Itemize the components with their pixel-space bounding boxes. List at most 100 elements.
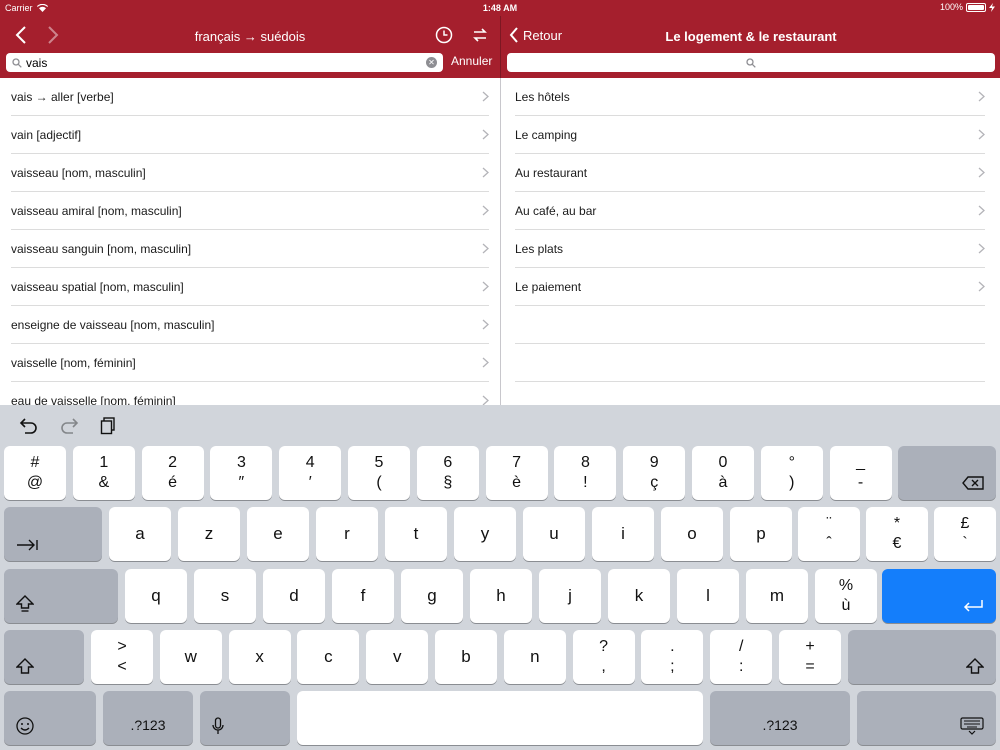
swap-languages-button[interactable]: [465, 20, 495, 50]
key-label: &: [98, 474, 110, 491]
key-x[interactable]: x: [228, 630, 291, 684]
key-1[interactable]: 1 &: [72, 446, 135, 500]
paste-button[interactable]: [97, 415, 119, 437]
list-item[interactable]: vain [adjectif]: [11, 116, 489, 154]
redo-button[interactable]: [58, 415, 80, 437]
chevron-right-icon: [482, 167, 489, 178]
list-item[interactable]: Au café, au bar: [515, 192, 985, 230]
search-field[interactable]: ✕: [6, 53, 443, 72]
key-7[interactable]: 7è: [485, 446, 548, 500]
key-p[interactable]: p: [730, 507, 792, 561]
return-key[interactable]: [882, 569, 996, 623]
list-item-label: Les plats: [515, 241, 564, 256]
key-row4-8[interactable]: .;: [641, 630, 704, 684]
history-button[interactable]: [429, 20, 459, 50]
key-v[interactable]: v: [366, 630, 429, 684]
list-item[interactable]: Le camping: [515, 116, 985, 154]
key-12[interactable]: _ -: [829, 446, 892, 500]
dismiss-keyboard-key[interactable]: [857, 691, 996, 745]
right-shift-key[interactable]: [848, 630, 996, 684]
cancel-button[interactable]: Annuler: [451, 54, 492, 68]
key-9[interactable]: 9ç: [623, 446, 686, 500]
delete-key[interactable]: [898, 446, 996, 500]
undo-button[interactable]: [18, 415, 40, 437]
list-item[interactable]: eau de vaisselle [nom, féminin]: [11, 382, 489, 405]
key-row4-10[interactable]: + =: [779, 630, 841, 684]
list-item-label: vaisselle [nom, féminin]: [11, 355, 136, 370]
key-c[interactable]: c: [297, 630, 360, 684]
emoji-key[interactable]: [4, 691, 96, 745]
key-8[interactable]: 8!: [554, 446, 617, 500]
key-symbol-1[interactable]: * €: [866, 507, 928, 561]
key-u[interactable]: u: [523, 507, 585, 561]
left-shift-key[interactable]: [4, 630, 84, 684]
key-w[interactable]: w: [159, 630, 222, 684]
status-bar: Carrier 1:48 AM 100%: [0, 0, 1000, 16]
key-t[interactable]: t: [385, 507, 447, 561]
key-percent[interactable]: % ù: [815, 569, 877, 623]
key-l[interactable]: l: [677, 569, 739, 623]
key-5[interactable]: 5(: [348, 446, 410, 500]
numbers-key-left[interactable]: .?123: [103, 691, 193, 745]
shift-icon: [966, 658, 984, 674]
key-label: h: [496, 586, 506, 605]
list-item[interactable]: Le paiement: [515, 268, 985, 306]
list-item[interactable]: vaisselle [nom, féminin]: [11, 344, 489, 382]
shift-lock-key[interactable]: [4, 569, 118, 623]
key-label: <: [117, 658, 127, 675]
key-row4-7[interactable]: ?,: [572, 630, 635, 684]
list-item[interactable]: Les hôtels: [515, 78, 985, 116]
forward-button[interactable]: [38, 20, 68, 50]
key-label: >: [117, 638, 127, 655]
key-3[interactable]: 3 ″: [210, 446, 273, 500]
list-item[interactable]: vaisseau [nom, masculin]: [11, 154, 489, 192]
key-y[interactable]: y: [454, 507, 516, 561]
key-6[interactable]: 6 §: [416, 446, 479, 500]
key-o[interactable]: o: [661, 507, 723, 561]
tab-key[interactable]: [4, 507, 102, 561]
back-button[interactable]: [6, 20, 36, 50]
list-item[interactable]: Au restaurant: [515, 154, 985, 192]
list-item[interactable]: vaisseau amiral [nom, masculin]: [11, 192, 489, 230]
dictation-key[interactable]: [200, 691, 290, 745]
key-e[interactable]: e: [247, 507, 309, 561]
space-bar[interactable]: [297, 691, 703, 745]
key-n[interactable]: n: [503, 630, 566, 684]
list-item[interactable]: vais → aller [verbe]: [11, 78, 489, 116]
phrasebook-search-field[interactable]: [507, 53, 995, 72]
numbers-key-right[interactable]: .?123: [710, 691, 850, 745]
clear-search-button[interactable]: ✕: [426, 57, 437, 68]
key-10[interactable]: 0à: [692, 446, 754, 500]
retour-label: Retour: [523, 27, 563, 43]
key-j[interactable]: j: [539, 569, 601, 623]
key-i[interactable]: i: [592, 507, 654, 561]
key-h[interactable]: h: [470, 569, 532, 623]
key-symbol-0[interactable]: ¨ ˆ: [798, 507, 860, 561]
list-item[interactable]: enseigne de vaisseau [nom, masculin]: [11, 306, 489, 344]
retour-button[interactable]: Retour: [509, 20, 562, 50]
list-item[interactable]: vaisseau spatial [nom, masculin]: [11, 268, 489, 306]
key-b[interactable]: b: [435, 630, 497, 684]
key-label: 2: [168, 454, 178, 471]
key-s[interactable]: s: [194, 569, 256, 623]
list-item[interactable]: Les plats: [515, 230, 985, 268]
key-f[interactable]: f: [332, 569, 394, 623]
key-11[interactable]: °): [760, 446, 823, 500]
key-r[interactable]: r: [316, 507, 378, 561]
key-m[interactable]: m: [746, 569, 808, 623]
key-d[interactable]: d: [263, 569, 325, 623]
key-z[interactable]: z: [178, 507, 240, 561]
search-input[interactable]: [26, 55, 416, 70]
key-symbol-2[interactable]: £ `: [934, 507, 996, 561]
key-q[interactable]: q: [125, 569, 187, 623]
list-item[interactable]: vaisseau sanguin [nom, masculin]: [11, 230, 489, 268]
key-2[interactable]: 2é: [141, 446, 204, 500]
key-a[interactable]: a: [109, 507, 171, 561]
key-0[interactable]: # @: [4, 446, 66, 500]
key-4[interactable]: 4 ′: [279, 446, 342, 500]
key-row4-0[interactable]: > <: [91, 630, 153, 684]
key-row4-9[interactable]: /:: [710, 630, 773, 684]
key-g[interactable]: g: [401, 569, 463, 623]
key-k[interactable]: k: [608, 569, 670, 623]
key-labels: ?,: [599, 637, 608, 677]
